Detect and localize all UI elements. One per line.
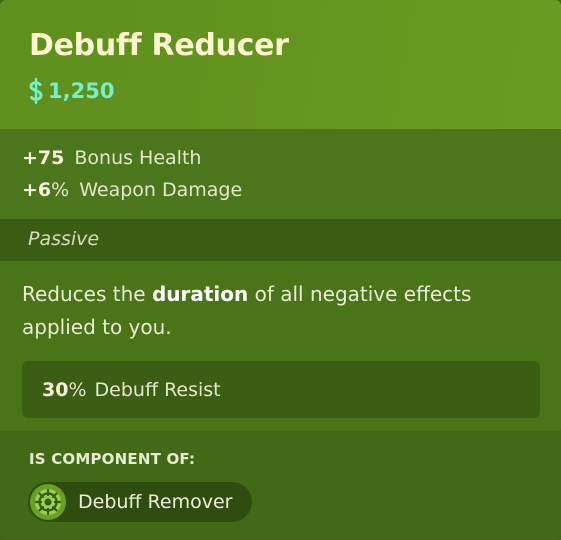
stat-value: +75 — [22, 147, 64, 169]
shield-burst-icon — [34, 488, 62, 516]
passive-description: Reduces the duration of all negative eff… — [22, 278, 542, 344]
stat-bonus-health: +75 Bonus Health — [22, 146, 201, 170]
passive-label: Passive — [28, 228, 100, 250]
item-price: 1,250 — [28, 77, 114, 105]
passive-header: Passive — [0, 219, 561, 261]
stat-weapon-damage: +6% Weapon Damage — [22, 178, 242, 202]
description-highlight: duration — [151, 282, 249, 306]
stat-number: 6 — [37, 179, 52, 201]
passive-body: Reduces the duration of all negative eff… — [0, 261, 561, 431]
resist-label: Debuff Resist — [94, 379, 221, 401]
item-tooltip-card: Debuff Reducer 1,250 +75 Bonus Health +6… — [0, 0, 561, 540]
debuff-resist-stat: 30% Debuff Resist — [42, 377, 221, 403]
resist-suffix: % — [68, 379, 87, 401]
stat-suffix: % — [51, 179, 70, 201]
stat-value: +6% — [22, 179, 69, 201]
stat-number: 75 — [37, 147, 65, 169]
item-header: Debuff Reducer 1,250 — [0, 0, 561, 129]
stat-label: Bonus Health — [74, 147, 202, 169]
debuff-remover-icon — [30, 484, 66, 520]
resist-number: 30 — [42, 379, 69, 401]
component-name: Debuff Remover — [78, 491, 233, 513]
stat-prefix: + — [22, 179, 38, 201]
component-section: IS COMPONENT OF: Debuff Remover — [0, 431, 561, 540]
item-title: Debuff Reducer — [29, 28, 289, 63]
item-stats: +75 Bonus Health +6% Weapon Damage — [0, 129, 561, 219]
price-value: 1,250 — [48, 79, 115, 103]
component-heading: IS COMPONENT OF: — [29, 450, 196, 468]
description-text: Reduces the — [22, 282, 152, 306]
dollar-icon — [29, 77, 43, 105]
stat-prefix: + — [22, 147, 38, 169]
component-item-debuff-remover[interactable]: Debuff Remover — [28, 482, 252, 522]
debuff-resist-box: 30% Debuff Resist — [22, 361, 540, 418]
stat-label: Weapon Damage — [79, 179, 243, 201]
